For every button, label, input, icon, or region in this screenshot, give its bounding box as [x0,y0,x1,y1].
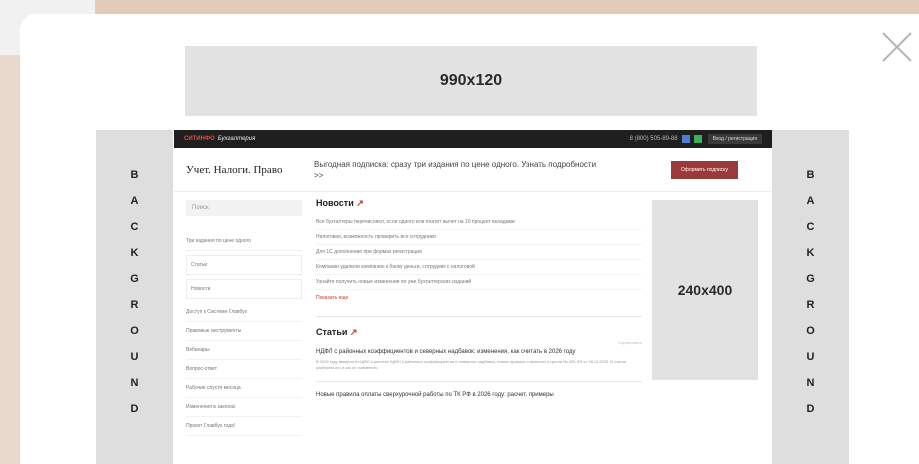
subscribe-button[interactable]: Оформить подписку [670,160,738,179]
bg-letter: U [130,351,139,363]
bg-letter: A [806,195,815,207]
close-icon[interactable] [880,30,914,64]
sidebar-item[interactable]: Изменения в законах [186,398,302,417]
promo-text[interactable]: Выгодная подписка: сразу три издания по … [314,159,604,181]
articles-heading[interactable]: Статьи ↗ [316,327,642,338]
bg-letter: D [806,403,815,415]
news-item[interactable]: Налоговая, возможность проверить все сот… [316,230,642,245]
divider [316,381,642,382]
arrow-icon: ↗ [356,198,364,208]
sidebar-item[interactable]: Три издания по цене одного [186,232,302,251]
news-item[interactable]: Компании удалили компанию к банку деньги… [316,260,642,275]
site-search-input[interactable]: Поиск [186,200,302,216]
sidebar-item[interactable]: Доступ к Системе Главбух [186,303,302,322]
bg-letter: G [130,273,139,285]
site-phone[interactable]: 8 (800) 505-89-88 [630,136,678,142]
site-preview: СИТИНФО Бухгалтерия 8 (800) 505-89-88 Вх… [174,130,772,464]
banner-top-label: 990x120 [439,72,503,89]
site-sidebar: Поиск Три издания по цене одного Статьи … [186,200,302,436]
sidebar-item[interactable]: Статьи [186,255,302,275]
divider [316,316,642,317]
site-content: Новости ↗ Все бухгалтеры перечисляют, ес… [316,198,642,402]
bg-letter: D [130,403,139,415]
bg-letter: B [130,169,139,181]
article-excerpt: В 2026 году введено в НДФЛ и расчета НДФ… [316,359,627,370]
bg-letter: R [806,299,815,311]
bg-letter: K [130,247,139,259]
site-logo[interactable]: Учет. Налоги. Право [186,164,314,176]
banner-side-label: 240x400 [677,282,733,298]
bg-letter: A [130,195,139,207]
bg-letter: K [806,247,815,259]
sidebar-item[interactable]: Вопрос-ответ [186,360,302,379]
bg-letter: C [130,221,139,233]
bg-letter: O [130,325,139,337]
bg-letter: O [806,325,815,337]
sidebar-item[interactable]: Правовые инструменты [186,322,302,341]
sort-control[interactable]: Сортировать [316,340,642,345]
arrow-icon: ↗ [349,327,358,337]
bg-letter: G [806,273,815,285]
site-brand[interactable]: СИТИНФО [184,136,215,142]
background-left-column: B A C K G R O U N D [96,130,173,464]
bg-letter: R [130,299,139,311]
site-header: Учет. Налоги. Право Выгодная подписка: с… [174,148,772,192]
news-item[interactable]: Для 1С дополнение при формах регистрации [316,245,642,260]
bg-letter: N [130,377,139,389]
social-icon-vk[interactable] [681,135,690,143]
login-button[interactable]: Вход / регистрация [707,134,762,144]
show-more-link[interactable]: Показать еще [316,290,642,306]
site-topbar: СИТИНФО Бухгалтерия 8 (800) 505-89-88 Вх… [174,130,772,148]
sidebar-item[interactable]: Вебинары [186,341,302,360]
bg-letter: C [806,221,815,233]
sidebar-item[interactable]: Новости [186,279,302,299]
banner-990x120: 990x120 [185,46,757,116]
banner-240x400: 240x400 [652,200,758,380]
news-heading-label: Новости [316,198,354,208]
news-item[interactable]: Узнайте получить новые изменения по уже … [316,275,642,290]
sidebar-item[interactable]: Рабочие спустя месяца [186,379,302,398]
bg-letter: N [806,377,815,389]
bg-letter: U [806,351,815,363]
article-title[interactable]: НДФЛ с районных коэффициентов и северных… [316,349,642,355]
articles-heading-label: Статьи [316,327,348,337]
bg-letter: B [806,169,815,181]
sidebar-item[interactable]: Проект Главбух года! [186,417,302,436]
news-item[interactable]: Все бухгалтеры перечисляют, если одного … [316,215,642,230]
article-title[interactable]: Новые правила оплаты сверхурочной работы… [316,392,642,398]
background-right-column: B A C K G R O U N D [772,130,849,464]
site-brand-sub: Бухгалтерия [217,136,256,142]
social-icon-whatsapp[interactable] [693,135,702,143]
news-heading[interactable]: Новости ↗ [316,198,642,209]
